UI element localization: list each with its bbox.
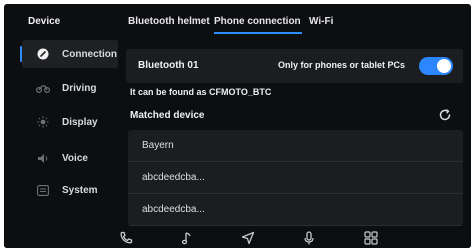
phone-icon[interactable] — [118, 230, 134, 246]
discoverable-name-text: It can be found as CFMOTO_BTC — [130, 87, 272, 97]
bluetooth-row: Bluetooth 01 Only for phones or tablet P… — [126, 49, 463, 83]
motorcycle-icon — [32, 83, 54, 93]
device-name: abcdeedcba... — [142, 172, 205, 183]
device-name: abcdeedcba... — [142, 204, 205, 215]
device-name: Bayern — [142, 140, 174, 151]
sidebar-item-label: Driving — [62, 82, 97, 94]
sidebar-item-label: Display — [62, 116, 98, 128]
list-item[interactable]: Bayern — [128, 130, 463, 162]
list-item[interactable]: abcdeedcba... — [128, 162, 463, 194]
sidebar: Device Connection Driving Display Voice — [4, 4, 122, 226]
speaker-icon — [32, 153, 54, 164]
tab-phone-connection[interactable]: Phone connection — [214, 16, 301, 27]
toggle-knob — [437, 59, 451, 73]
sidebar-item-voice[interactable]: Voice — [22, 144, 118, 172]
music-icon[interactable] — [179, 230, 195, 246]
sidebar-title: Device — [28, 16, 61, 27]
bottom-bar — [4, 226, 471, 248]
tab-bluetooth-helmet[interactable]: Bluetooth helmet — [128, 16, 210, 27]
matched-device-list: Bayern abcdeedcba... abcdeedcba... — [128, 130, 463, 226]
navigation-icon[interactable] — [240, 230, 256, 246]
sidebar-item-label: System — [62, 184, 98, 196]
sidebar-item-driving[interactable]: Driving — [22, 74, 118, 102]
system-icon — [32, 184, 54, 196]
matched-device-title: Matched device — [130, 110, 205, 121]
link-icon — [32, 48, 54, 60]
refresh-icon[interactable] — [438, 108, 452, 122]
sidebar-item-system[interactable]: System — [22, 176, 118, 204]
apps-grid-icon[interactable] — [363, 230, 379, 246]
bluetooth-toggle[interactable] — [419, 57, 453, 75]
bluetooth-name: Bluetooth 01 — [138, 60, 199, 71]
tab-wifi[interactable]: Wi-Fi — [309, 16, 333, 27]
sidebar-item-label: Voice — [62, 152, 88, 164]
sidebar-item-connection[interactable]: Connection — [20, 40, 118, 68]
brightness-icon — [32, 116, 54, 128]
screen: Device Connection Driving Display Voice — [4, 4, 471, 248]
list-item[interactable]: abcdeedcba... — [128, 194, 463, 226]
sidebar-item-display[interactable]: Display — [22, 108, 118, 136]
active-tab-indicator — [214, 32, 302, 34]
bluetooth-note: Only for phones or tablet PCs — [277, 60, 405, 70]
sidebar-item-label: Connection — [62, 48, 117, 60]
microphone-icon[interactable] — [301, 230, 317, 246]
